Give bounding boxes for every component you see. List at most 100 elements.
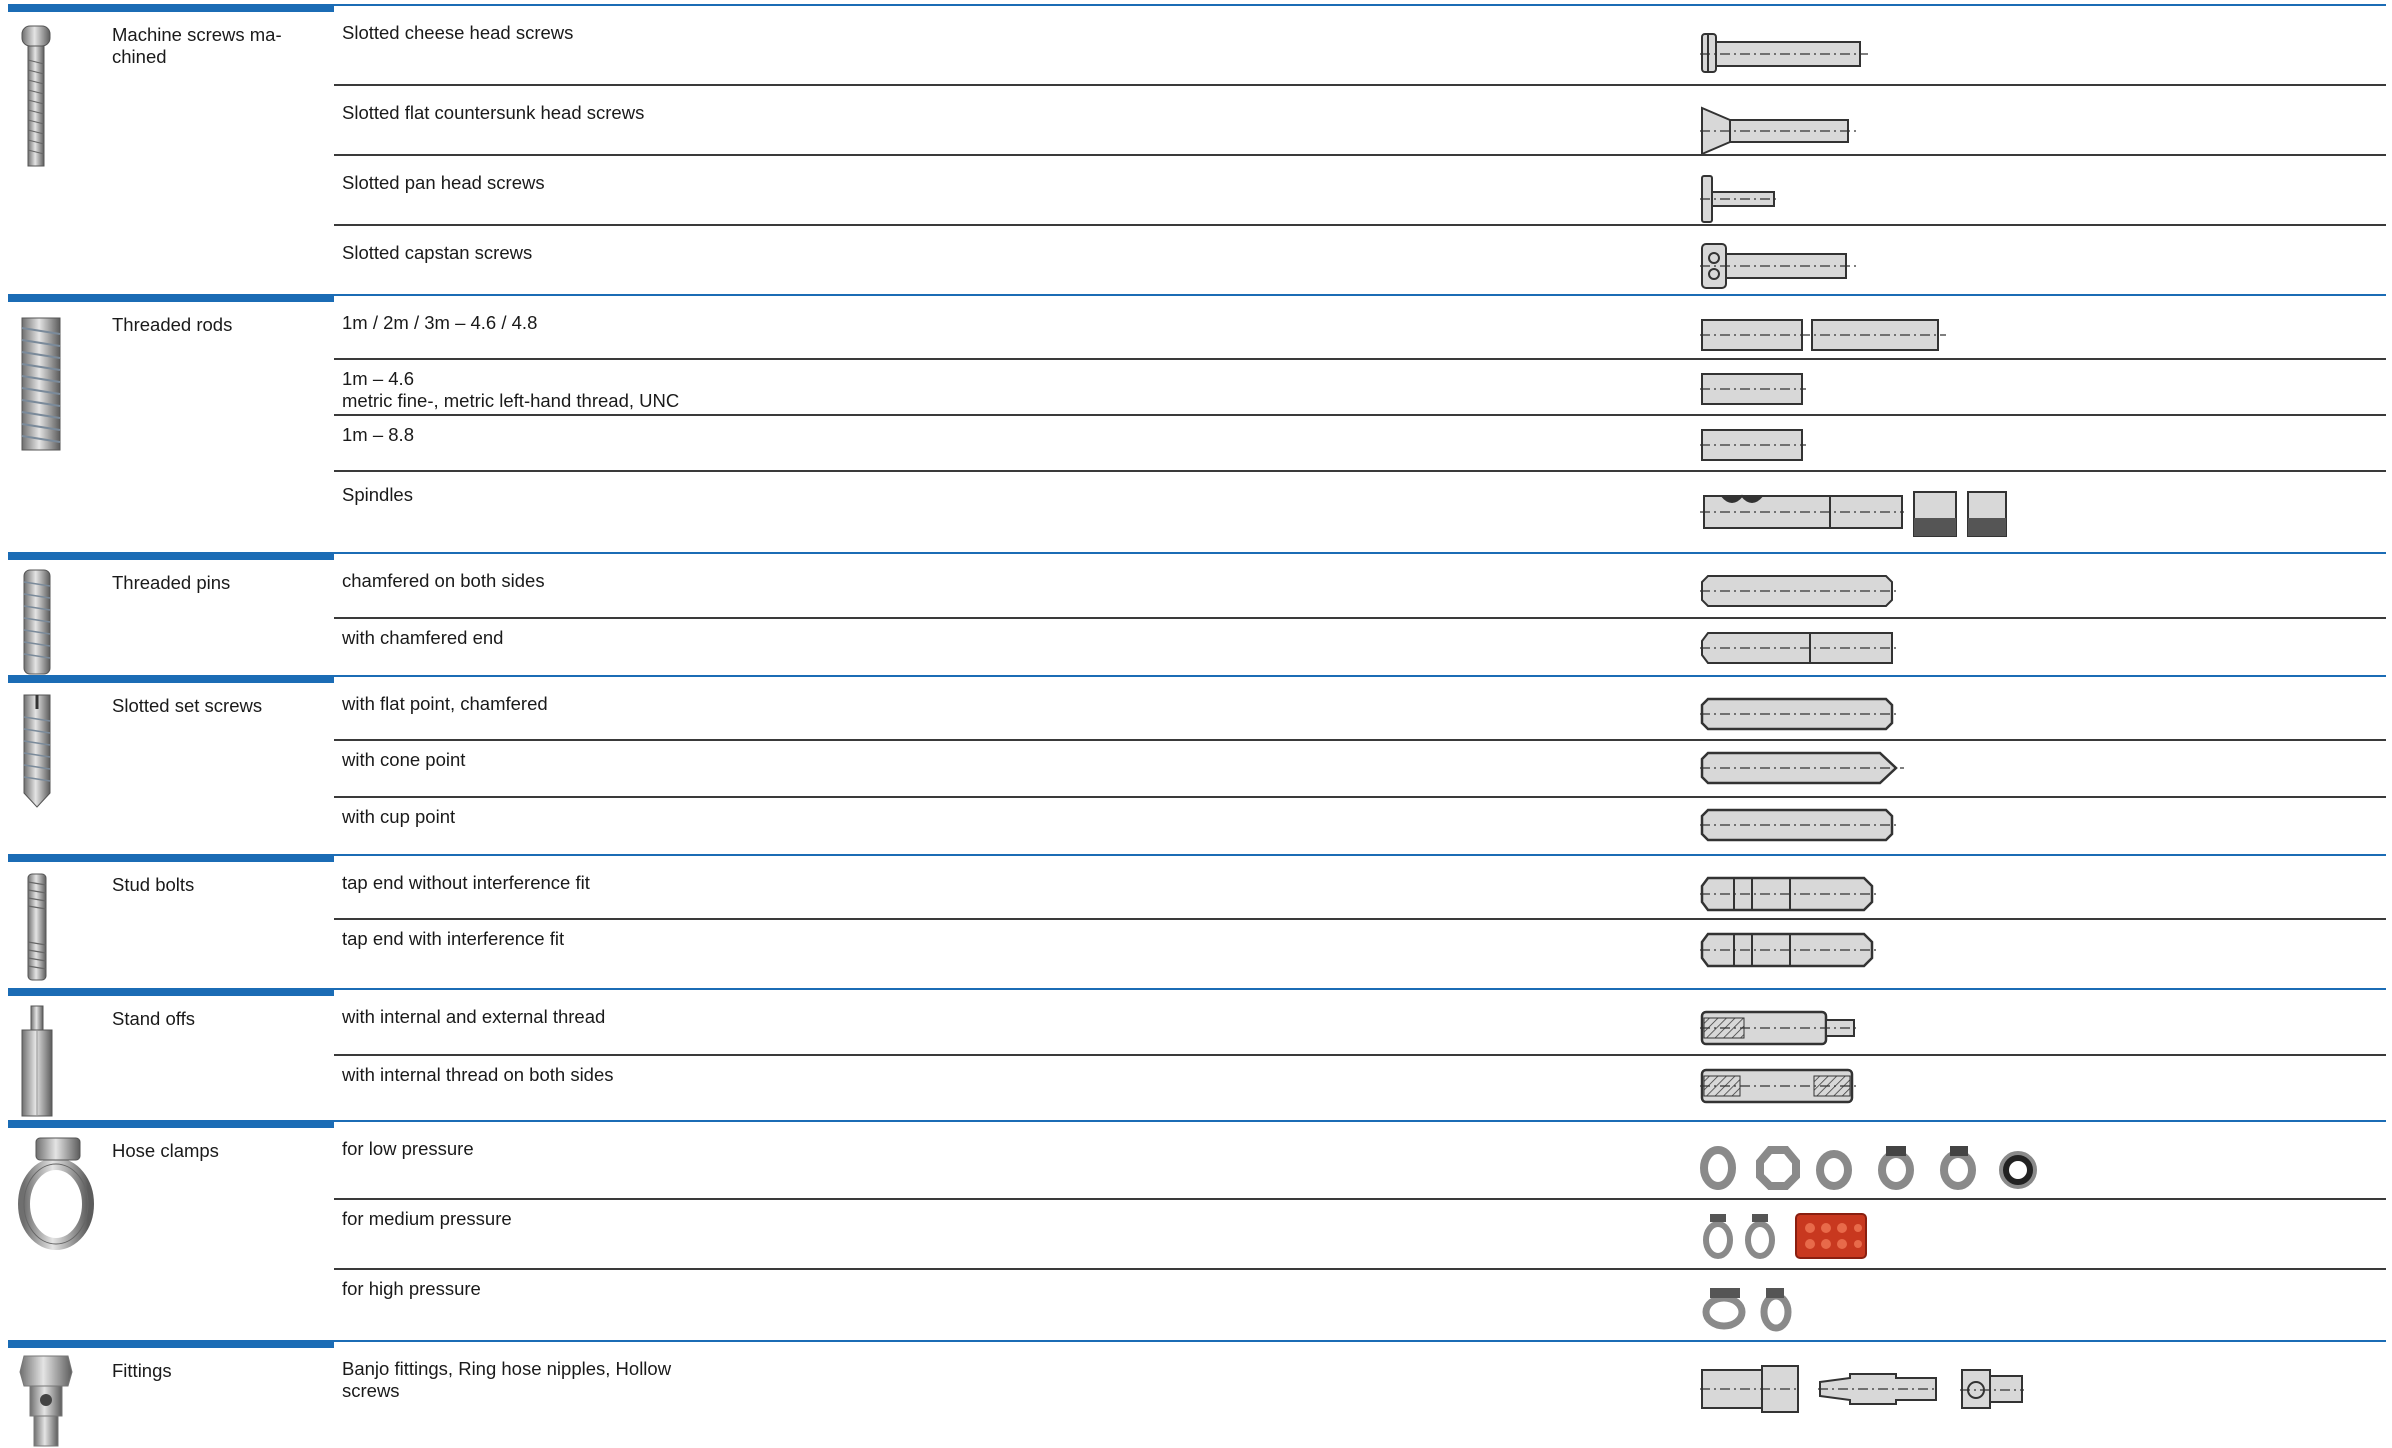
category-accent-bar bbox=[8, 294, 334, 302]
row-label: with cone point bbox=[342, 749, 466, 770]
table-row: Spindles bbox=[334, 470, 2386, 552]
row-label: with flat point, chamfered bbox=[342, 693, 548, 714]
category-title: Fittings bbox=[112, 1360, 172, 1381]
stud-bolt-drawing-icon bbox=[1700, 876, 1880, 912]
stand-off-male-female-drawing-icon bbox=[1700, 1010, 1870, 1046]
row-label: for high pressure bbox=[342, 1278, 481, 1299]
table-row: with flat point, chamfered bbox=[334, 675, 2386, 739]
row-label: tap end with interference fit bbox=[342, 928, 565, 949]
table-row: with internal and external thread bbox=[334, 988, 2386, 1054]
row-label: chamfered on both sides bbox=[342, 570, 545, 591]
spindle-drawing-icon bbox=[1700, 484, 2020, 538]
row-label: with chamfered end bbox=[342, 627, 504, 648]
row-label: with cup point bbox=[342, 806, 456, 827]
row-label: 1m – 4.6 metric fine-, metric left-hand … bbox=[342, 368, 680, 411]
row-separator bbox=[334, 84, 2386, 86]
cone-point-set-screw-drawing-icon bbox=[1700, 751, 1910, 785]
category-threaded-pins: Threaded pins chamfered on both sides wi… bbox=[8, 552, 2386, 675]
row-separator bbox=[334, 1054, 2386, 1056]
row-label: Slotted flat countersunk head screws bbox=[342, 102, 645, 123]
stand-off-female-female-drawing-icon bbox=[1700, 1068, 1870, 1104]
table-row: Slotted capstan screws bbox=[334, 224, 2386, 294]
table-row: for low pressure bbox=[334, 1120, 2386, 1198]
category-accent-bar bbox=[8, 675, 334, 683]
row-label: 1m / 2m / 3m – 4.6 / 4.8 bbox=[342, 312, 538, 333]
threaded-pin-drawing-icon bbox=[1700, 574, 1900, 608]
row-separator bbox=[334, 224, 2386, 226]
table-row: Slotted flat countersunk head screws bbox=[334, 84, 2386, 156]
medium-pressure-clamps-icon bbox=[1700, 1210, 1880, 1262]
category-hose-clamps: Hose clamps for low pressure for medium … bbox=[8, 1120, 2386, 1340]
category-accent-bar bbox=[8, 552, 334, 560]
countersunk-screw-drawing-icon bbox=[1700, 106, 1860, 156]
banjo-fitting-photo-icon bbox=[16, 1352, 96, 1448]
set-screw-photo-icon bbox=[16, 689, 96, 809]
row-label: Slotted capstan screws bbox=[342, 242, 533, 263]
table-row: with cup point bbox=[334, 796, 2386, 854]
threaded-pin-chamfered-end-drawing-icon bbox=[1700, 631, 1900, 665]
capstan-screw-drawing-icon bbox=[1700, 240, 1860, 292]
row-label: Spindles bbox=[342, 484, 413, 505]
category-accent-bar bbox=[8, 1340, 334, 1348]
row-separator bbox=[334, 918, 2386, 920]
row-separator bbox=[334, 1268, 2386, 1270]
row-separator bbox=[334, 470, 2386, 472]
row-label: with internal and external thread bbox=[342, 1006, 606, 1027]
table-row: 1m / 2m / 3m – 4.6 / 4.8 bbox=[334, 294, 2386, 358]
stud-bolt-photo-icon bbox=[16, 872, 96, 982]
row-label: Slotted cheese head screws bbox=[342, 22, 574, 43]
row-separator bbox=[334, 739, 2386, 741]
category-title: Threaded pins bbox=[112, 572, 231, 593]
category-stand-offs: Stand offs with internal and external th… bbox=[8, 988, 2386, 1120]
table-row: tap end with interference fit bbox=[334, 918, 2386, 988]
category-threaded-rods: Threaded rods 1m / 2m / 3m – 4.6 / 4.8 1… bbox=[8, 294, 2386, 552]
stud-bolt-drawing-icon bbox=[1700, 932, 1880, 968]
category-title: Hose clamps bbox=[112, 1140, 219, 1161]
table-row: for high pressure bbox=[334, 1268, 2386, 1340]
row-label: for medium pressure bbox=[342, 1208, 512, 1229]
category-stud-bolts: Stud bolts tap end without interference … bbox=[8, 854, 2386, 988]
row-separator bbox=[334, 414, 2386, 416]
low-pressure-clamps-icon bbox=[1700, 1142, 2060, 1192]
row-label: tap end without interference fit bbox=[342, 872, 590, 893]
category-title: Machine screws ma- chined bbox=[112, 24, 282, 67]
category-accent-bar bbox=[8, 4, 334, 12]
category-accent-bar bbox=[8, 854, 334, 862]
high-pressure-clamps-icon bbox=[1700, 1282, 1810, 1332]
row-label: Banjo fittings, Ring hose nipples, Hollo… bbox=[342, 1358, 672, 1401]
category-accent-bar bbox=[8, 1120, 334, 1128]
category-title: Stud bolts bbox=[112, 874, 195, 895]
cup-point-set-screw-drawing-icon bbox=[1700, 808, 1900, 842]
table-row: 1m – 4.6 metric fine-, metric left-hand … bbox=[334, 358, 2386, 414]
row-separator bbox=[334, 154, 2386, 156]
category-title: Slotted set screws bbox=[112, 695, 263, 716]
category-slotted-set-screws: Slotted set screws with flat point, cham… bbox=[8, 675, 2386, 854]
row-label: with internal thread on both sides bbox=[342, 1064, 614, 1085]
row-label: Slotted pan head screws bbox=[342, 172, 545, 193]
table-row: with chamfered end bbox=[334, 617, 2386, 675]
pan-head-screw-drawing-icon bbox=[1700, 174, 1780, 224]
table-row: with cone point bbox=[334, 739, 2386, 796]
row-label: for low pressure bbox=[342, 1138, 474, 1159]
category-fittings: Fittings Banjo fittings, Ring hose nippl… bbox=[8, 1340, 2386, 1448]
category-title: Stand offs bbox=[112, 1008, 195, 1029]
category-accent-bar bbox=[8, 988, 334, 996]
table-row: for medium pressure bbox=[334, 1198, 2386, 1268]
category-machine-screws: Machine screws ma- chined Slotted cheese… bbox=[8, 4, 2386, 294]
threaded-rod-drawing-icon bbox=[1700, 318, 1950, 352]
table-row: Slotted pan head screws bbox=[334, 154, 2386, 224]
row-separator bbox=[334, 617, 2386, 619]
hose-clamp-photo-icon bbox=[16, 1134, 96, 1254]
stand-off-photo-icon bbox=[16, 1004, 96, 1119]
category-title: Threaded rods bbox=[112, 314, 233, 335]
row-separator bbox=[334, 796, 2386, 798]
row-label: 1m – 8.8 bbox=[342, 424, 414, 445]
fittings-drawings-icon bbox=[1700, 1360, 2040, 1416]
flat-point-set-screw-drawing-icon bbox=[1700, 697, 1900, 731]
table-row: chamfered on both sides bbox=[334, 552, 2386, 617]
threaded-pin-photo-icon bbox=[16, 568, 96, 678]
machine-screw-photo-icon bbox=[16, 20, 96, 170]
table-row: Banjo fittings, Ring hose nipples, Hollo… bbox=[334, 1340, 2386, 1446]
threaded-rod-drawing-icon bbox=[1700, 372, 1810, 406]
table-row: 1m – 8.8 bbox=[334, 414, 2386, 470]
